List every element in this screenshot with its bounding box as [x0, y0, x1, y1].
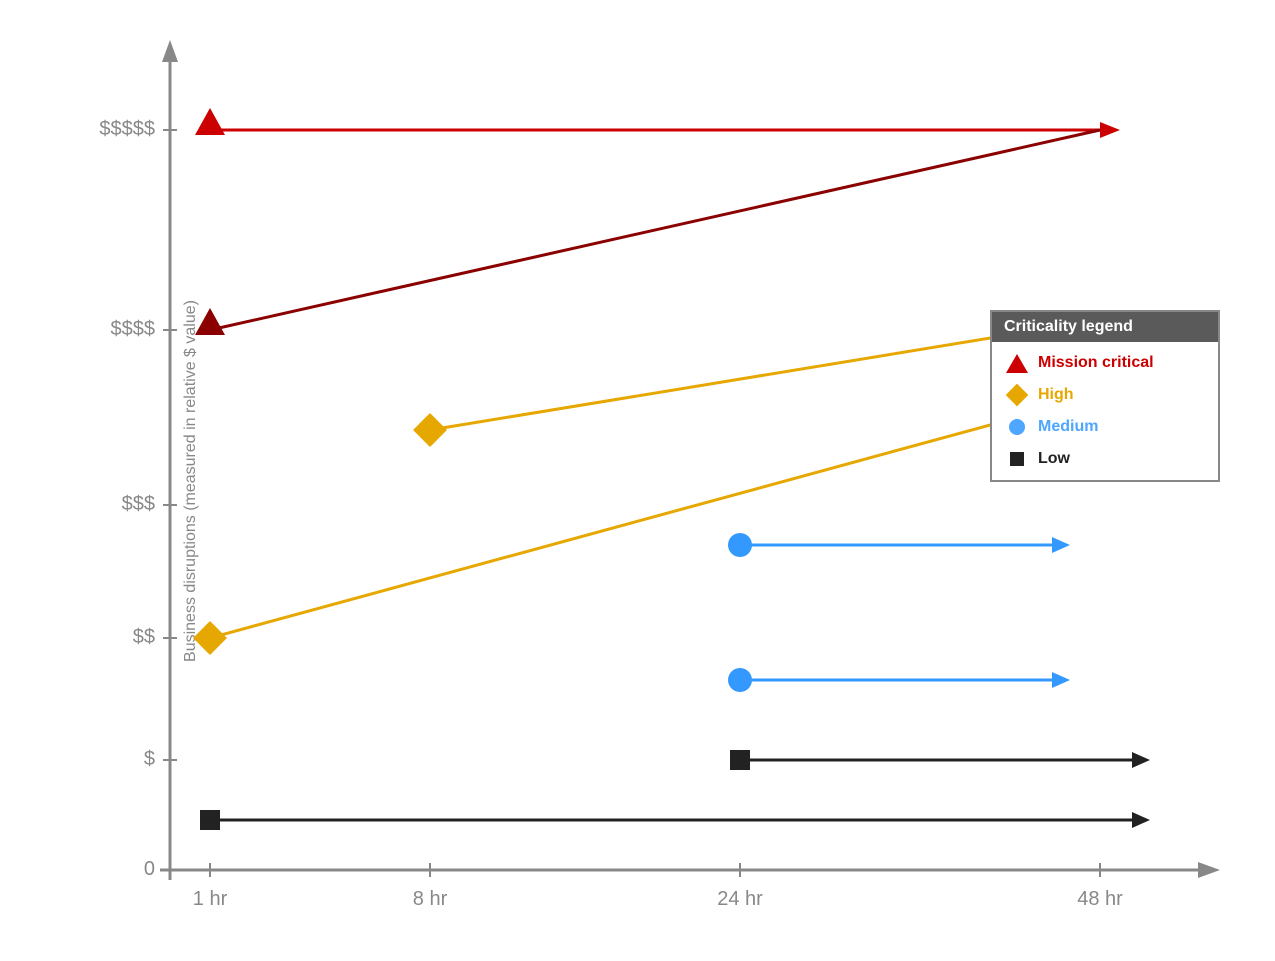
y-axis-arrow	[162, 40, 178, 62]
legend-body: Mission critical High Medium Low	[992, 342, 1218, 480]
legend-high-icon	[1006, 384, 1028, 406]
legend-low-icon	[1006, 448, 1028, 470]
low-bot-marker	[200, 810, 220, 830]
diamond-icon	[1006, 384, 1029, 407]
legend-mc-icon	[1006, 352, 1028, 374]
svg-text:$$$$: $$$$	[111, 318, 156, 340]
svg-text:$$$$$: $$$$$	[99, 118, 155, 140]
medium-top-marker	[728, 533, 752, 557]
circle-icon	[1009, 419, 1025, 435]
triangle-icon	[1006, 354, 1028, 373]
svg-text:24 hr: 24 hr	[717, 888, 763, 910]
mc-diag-line	[210, 130, 1100, 330]
medium-bot-marker	[728, 668, 752, 692]
high-bot-marker	[193, 621, 227, 655]
legend-medium-label: Medium	[1038, 418, 1098, 436]
low-top-marker	[730, 750, 750, 770]
legend-item-high: High	[1006, 384, 1204, 406]
square-icon	[1010, 452, 1024, 466]
low-bot-arrow	[1132, 812, 1150, 828]
legend-title: Criticality legend	[992, 312, 1218, 342]
mc-diag-marker	[195, 308, 225, 335]
legend-item-low: Low	[1006, 448, 1204, 470]
mc-top-arrow	[1100, 122, 1120, 138]
low-top-arrow	[1132, 752, 1150, 768]
legend-item-mc: Mission critical	[1006, 352, 1204, 374]
high-bot-line	[210, 395, 1100, 638]
svg-text:$: $	[144, 748, 155, 770]
svg-text:8 hr: 8 hr	[413, 888, 448, 910]
svg-text:1 hr: 1 hr	[193, 888, 228, 910]
medium-top-arrow	[1052, 537, 1070, 553]
high-top-marker	[413, 413, 447, 447]
svg-text:$$$: $$$	[122, 493, 155, 515]
legend-item-medium: Medium	[1006, 416, 1204, 438]
mc-top-marker	[195, 108, 225, 135]
legend-low-label: Low	[1038, 450, 1070, 468]
legend-high-label: High	[1038, 386, 1074, 404]
svg-text:$$: $$	[133, 626, 155, 648]
legend-mc-label: Mission critical	[1038, 354, 1154, 372]
legend-medium-icon	[1006, 416, 1028, 438]
chart-container: Business disruptions (measured in relati…	[0, 0, 1275, 961]
medium-bot-arrow	[1052, 672, 1070, 688]
legend-box: Criticality legend Mission critical High…	[990, 310, 1220, 482]
svg-text:0: 0	[144, 858, 155, 880]
svg-text:48 hr: 48 hr	[1077, 888, 1123, 910]
x-axis-arrow	[1198, 862, 1220, 878]
